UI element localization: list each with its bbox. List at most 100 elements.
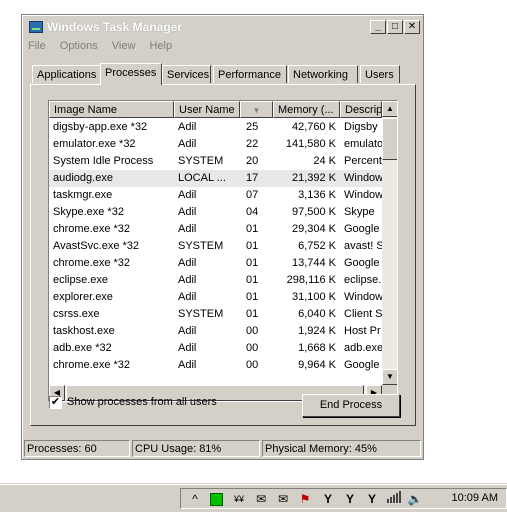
column-description[interactable]: Descrip (340, 101, 382, 118)
process-row[interactable]: adb.exe *32 Adil 00 1,668 K adb.exe (49, 340, 382, 357)
minimize-button[interactable]: _ (370, 20, 386, 34)
process-row[interactable]: taskhost.exe Adil 00 1,924 K Host Pr (49, 323, 382, 340)
close-button[interactable]: ✕ (404, 20, 420, 34)
menu-options[interactable]: Options (60, 40, 98, 52)
process-row[interactable]: eclipse.exe Adil 01 298,116 K eclipse. (49, 272, 382, 289)
system-tray: ^ ¥¥ ✉ ✉ ⚑ Y Y Y 🔈 10:09 AM (180, 488, 507, 509)
process-row[interactable]: chrome.exe *32 Adil 01 29,304 K Google (49, 221, 382, 238)
process-cpu-cell: 25 (246, 121, 259, 133)
vertical-scroll-thumb[interactable] (382, 118, 397, 160)
process-user-cell: Adil (178, 189, 197, 201)
process-list[interactable]: Image Name User Name ▼ Memory (... Descr… (48, 100, 398, 402)
process-cpu-cell: 22 (246, 138, 259, 150)
show-hidden-icons-icon[interactable]: ^ (187, 491, 203, 507)
process-cpu-cell: 00 (246, 342, 259, 354)
tab-performance[interactable]: Performance (213, 65, 287, 83)
mail-alt-icon[interactable]: ✉ (275, 491, 291, 507)
task-manager-window: Windows Task Manager _ □ ✕ File Options … (21, 14, 424, 460)
process-mem-cell: 1,668 K (298, 342, 336, 354)
menu-view[interactable]: View (112, 40, 136, 52)
skype-notify-icon[interactable]: ⚑ (297, 491, 313, 507)
maximize-button[interactable]: □ (387, 20, 403, 34)
process-row[interactable]: audiodg.exe LOCAL ... 17 21,392 K Window (49, 170, 382, 187)
speaker-icon[interactable]: 🔈 (407, 491, 423, 507)
process-name-cell: Skype.exe *32 (53, 206, 124, 218)
process-row[interactable]: System Idle Process SYSTEM 20 24 K Percent (49, 153, 382, 170)
end-process-button[interactable]: End Process (302, 394, 400, 417)
scroll-up-button[interactable]: ▲ (382, 101, 397, 117)
yahoo-icon[interactable]: Y (320, 491, 336, 507)
process-mem-cell: 6,752 K (298, 240, 336, 252)
process-row[interactable]: explorer.exe Adil 01 31,100 K Window (49, 289, 382, 306)
column-cpu[interactable]: ▼ (240, 101, 273, 118)
process-user-cell: Adil (178, 325, 197, 337)
tab-applications[interactable]: Applications (32, 65, 101, 83)
column-user-name[interactable]: User Name (174, 101, 240, 118)
status-bar: Processes: 60 CPU Usage: 81% Physical Me… (24, 440, 421, 457)
process-desc-cell: Window (344, 172, 382, 184)
process-mem-cell: 6,040 K (298, 308, 336, 320)
process-cpu-cell: 01 (246, 308, 259, 320)
status-processes: Processes: 60 (24, 440, 130, 457)
process-desc-cell: Skype (344, 206, 375, 218)
process-row[interactable]: taskmgr.exe Adil 07 3,136 K Window (49, 187, 382, 204)
process-cpu-cell: 20 (246, 155, 259, 167)
process-row[interactable]: chrome.exe *32 Adil 01 13,744 K Google (49, 255, 382, 272)
process-row[interactable]: AvastSvc.exe *32 SYSTEM 01 6,752 K avast! S (49, 238, 382, 255)
column-memory[interactable]: Memory (... (273, 101, 340, 118)
title-bar[interactable]: Windows Task Manager _ □ ✕ (25, 18, 420, 37)
process-user-cell: Adil (178, 359, 197, 371)
process-row[interactable]: digsby-app.exe *32 Adil 25 42,760 K Digsby (49, 119, 382, 136)
process-desc-cell: adb.exe (344, 342, 382, 354)
process-row[interactable]: chrome.exe *32 Adil 00 9,964 K Google (49, 357, 382, 374)
process-mem-cell: 13,744 K (291, 257, 336, 269)
process-user-cell: Adil (178, 342, 197, 354)
process-desc-cell: Window (344, 189, 382, 201)
column-image-name[interactable]: Image Name (49, 101, 174, 118)
vertical-scrollbar[interactable]: ▲ ▼ (382, 101, 397, 385)
process-cpu-cell: 01 (246, 257, 259, 269)
yahoo-secondary-icon[interactable]: Y (342, 491, 358, 507)
network-monitor-icon[interactable]: ¥¥ (231, 491, 247, 507)
process-desc-cell: Google (344, 223, 380, 235)
show-all-users-label[interactable]: Show processes from all users (67, 396, 217, 408)
menu-help[interactable]: Help (150, 40, 173, 52)
process-mem-cell: 3,136 K (298, 189, 336, 201)
process-name-cell: taskhost.exe (53, 325, 115, 337)
process-user-cell: Adil (178, 138, 197, 150)
process-name-cell: csrss.exe (53, 308, 100, 320)
signal-bars-icon[interactable] (386, 491, 402, 507)
tab-users[interactable]: Users (360, 65, 400, 83)
process-desc-cell: Client S (344, 308, 382, 320)
process-user-cell: SYSTEM (178, 240, 224, 252)
process-cpu-cell: 01 (246, 223, 259, 235)
tab-processes[interactable]: Processes (100, 63, 162, 85)
process-name-cell: digsby-app.exe *32 (53, 121, 148, 133)
taskbar-clock[interactable]: 10:09 AM (452, 492, 498, 504)
process-desc-cell: avast! S (344, 240, 382, 252)
process-cpu-cell: 01 (246, 274, 259, 286)
yahoo-alt-icon[interactable]: Y (364, 491, 380, 507)
process-name-cell: chrome.exe *32 (53, 257, 131, 269)
menu-file[interactable]: File (28, 40, 46, 52)
process-user-cell: Adil (178, 206, 197, 218)
mail-icon[interactable]: ✉ (253, 491, 269, 507)
process-cpu-cell: 00 (246, 359, 259, 371)
process-user-cell: Adil (178, 291, 197, 303)
process-name-cell: AvastSvc.exe *32 (53, 240, 140, 252)
tab-services[interactable]: Services (162, 65, 211, 83)
process-name-cell: System Idle Process (53, 155, 154, 167)
scroll-down-button[interactable]: ▼ (382, 369, 397, 385)
show-all-users-checkbox[interactable]: ✔ (49, 396, 62, 409)
process-row[interactable]: csrss.exe SYSTEM 01 6,040 K Client S (49, 306, 382, 323)
process-row[interactable]: Skype.exe *32 Adil 04 97,500 K Skype (49, 204, 382, 221)
tab-networking[interactable]: Networking (288, 65, 358, 83)
process-desc-cell: emulato (344, 138, 382, 150)
process-name-cell: audiodg.exe (53, 172, 113, 184)
process-row[interactable]: emulator.exe *32 Adil 22 141,580 K emulato (49, 136, 382, 153)
process-mem-cell: 21,392 K (291, 172, 336, 184)
menu-bar: File Options View Help (28, 40, 183, 56)
process-desc-cell: Host Pr (344, 325, 381, 337)
green-square-icon[interactable] (208, 491, 224, 507)
process-user-cell: Adil (178, 121, 197, 133)
